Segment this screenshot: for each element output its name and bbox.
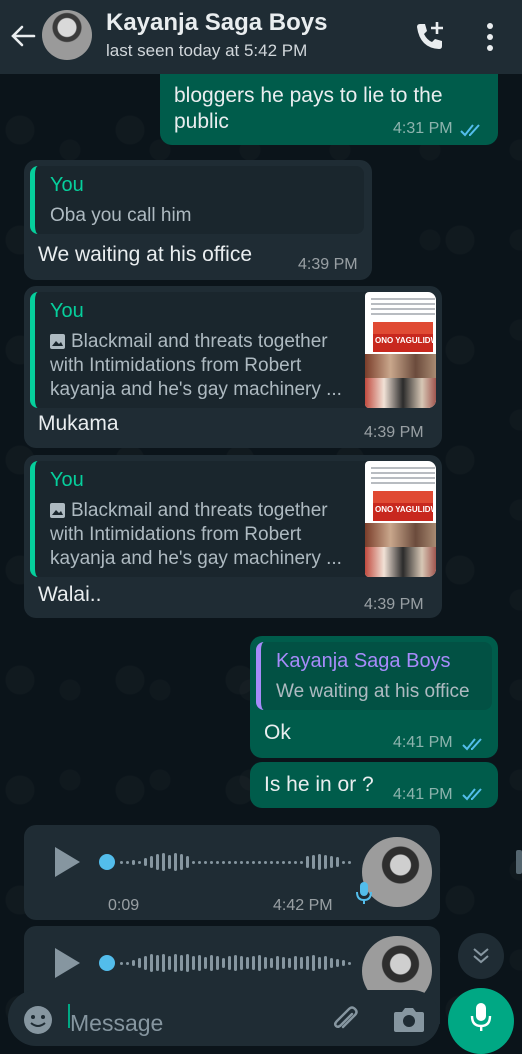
message-text: We waiting at his office: [38, 243, 252, 266]
quote-thumbnail: ONO YAGULIDWA TWABAKOWA!: [365, 461, 436, 577]
emoji-icon[interactable]: [22, 1004, 54, 1036]
scroll-to-bottom-button[interactable]: [458, 933, 504, 979]
message-time: 4:39 PM: [298, 256, 358, 273]
message-bubble-outgoing[interactable]: Kayanja Saga Boys We waiting at his offi…: [250, 636, 498, 758]
message-time: 4:41 PM: [393, 734, 453, 751]
message-text: Walai..: [38, 583, 102, 606]
image-icon: [50, 334, 65, 349]
quoted-message[interactable]: You Blackmail and threats together with …: [30, 461, 436, 577]
play-icon[interactable]: [52, 845, 82, 879]
quoted-message[interactable]: You Blackmail and threats together with …: [30, 292, 436, 408]
message-text: Is he in or ?: [264, 773, 374, 796]
play-icon[interactable]: [52, 946, 82, 980]
microphone-icon: [356, 882, 372, 904]
camera-icon[interactable]: [392, 1004, 426, 1034]
quote-text: kayanja and he's gay machinery ...: [50, 548, 342, 569]
message-time: 4:31 PM: [393, 120, 453, 137]
message-text: Ok: [264, 721, 291, 744]
voice-progress-dot[interactable]: [99, 955, 115, 971]
quote-thumbnail: ONO YAGULIDWA TWABAKOWA!: [365, 292, 436, 408]
quote-text: We waiting at his office: [276, 681, 470, 702]
message-time: 4:39 PM: [364, 424, 424, 441]
scrollbar-thumb[interactable]: [516, 850, 522, 874]
quote-text: Blackmail and threats together: [71, 500, 328, 521]
read-ticks-icon: [462, 738, 482, 751]
quote-author: You: [50, 469, 84, 491]
read-ticks-icon: [462, 788, 482, 801]
voice-waveform[interactable]: [120, 851, 351, 873]
image-icon: [50, 503, 65, 518]
quote-text: Oba you call him: [50, 205, 192, 226]
last-seen-status: last seen today at 5:42 PM: [106, 41, 308, 60]
message-time: 4:41 PM: [393, 786, 453, 803]
message-bubble-incoming[interactable]: You Blackmail and threats together with …: [24, 286, 442, 448]
message-time: 4:39 PM: [364, 596, 424, 613]
quote-author: Kayanja Saga Boys: [276, 650, 451, 672]
quote-text: with Intimidations from Robert: [50, 524, 302, 545]
voice-duration: 0:09: [108, 897, 140, 914]
voice-record-button[interactable]: [448, 988, 514, 1054]
more-vert-icon[interactable]: [476, 20, 504, 54]
add-call-icon[interactable]: [412, 20, 446, 54]
message-text: public: [174, 110, 229, 133]
message-text: bloggers he pays to lie to the: [174, 84, 443, 107]
quote-text: Blackmail and threats together: [71, 331, 328, 352]
message-bubble-incoming[interactable]: You Blackmail and threats together with …: [24, 455, 442, 618]
quote-text: kayanja and he's gay machinery ...: [50, 379, 342, 400]
voice-message-bubble[interactable]: 0:09 4:42 PM: [24, 825, 440, 920]
avatar[interactable]: [42, 10, 92, 60]
read-ticks-icon: [460, 124, 480, 137]
message-bubble-incoming[interactable]: You Oba you call him We waiting at his o…: [24, 160, 372, 280]
quote-text: with Intimidations from Robert: [50, 355, 302, 376]
quote-author: You: [50, 300, 84, 322]
back-arrow-icon[interactable]: [8, 20, 40, 52]
chat-header: Kayanja Saga Boys last seen today at 5:4…: [0, 0, 522, 74]
microphone-icon: [470, 1003, 492, 1031]
message-text: Mukama: [38, 412, 119, 435]
message-bubble-outgoing[interactable]: Is he in or ? 4:41 PM: [250, 762, 498, 808]
quoted-message[interactable]: You Oba you call him: [30, 166, 364, 234]
voice-waveform[interactable]: [120, 952, 351, 974]
message-time: 4:42 PM: [273, 897, 333, 914]
chat-title[interactable]: Kayanja Saga Boys: [106, 9, 327, 37]
voice-progress-dot[interactable]: [99, 854, 115, 870]
quoted-message[interactable]: Kayanja Saga Boys We waiting at his offi…: [256, 642, 492, 710]
attach-icon[interactable]: [330, 1004, 360, 1034]
quote-author: You: [50, 174, 84, 196]
double-chevron-down-icon: [473, 948, 489, 964]
